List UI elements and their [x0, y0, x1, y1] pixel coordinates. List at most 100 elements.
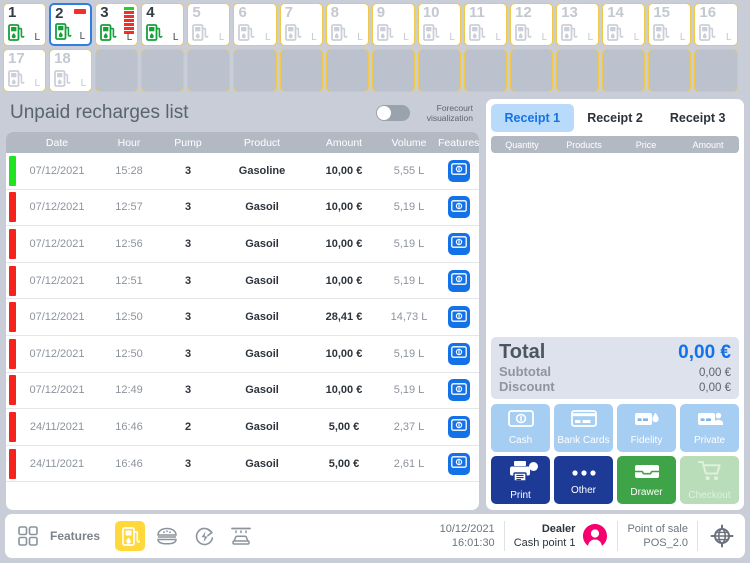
car-wash-icon[interactable]	[226, 521, 256, 551]
fidelity-button[interactable]: Fidelity	[617, 404, 676, 452]
cell-date: 07/12/2021	[16, 384, 98, 396]
table-row[interactable]: 07/12/202112:573Gasoil10,00 €5,19 L	[6, 190, 479, 227]
ellipsis-icon	[571, 464, 597, 482]
fuel-nozzle-icon	[54, 69, 72, 88]
discount-label: Discount	[499, 379, 555, 394]
button-label: Private	[694, 435, 725, 446]
discount-row: Discount 0,00 €	[499, 379, 731, 394]
pay-recharge-button[interactable]	[448, 343, 470, 365]
burger-food-icon[interactable]	[152, 521, 182, 551]
toggle-knob	[377, 106, 391, 120]
page-title: Unpaid recharges list	[10, 102, 376, 124]
shopping-cart-icon	[698, 460, 722, 487]
drawer-button[interactable]: Drawer	[617, 456, 676, 504]
pump-tile-16[interactable]: 16L	[694, 3, 737, 46]
pump-tile-6[interactable]: 6L	[233, 3, 276, 46]
credit-card-icon	[571, 410, 597, 432]
cell-amount: 28,41 €	[308, 311, 380, 323]
cell-hour: 15:28	[98, 165, 160, 177]
row-status-indicator	[9, 375, 16, 405]
pump-tile-15[interactable]: 15L	[648, 3, 691, 46]
table-row[interactable]: 07/12/202112:503Gasoil10,00 €5,19 L	[6, 336, 479, 373]
pump-tile-17[interactable]: 17 L	[3, 49, 46, 92]
globe-icon[interactable]	[707, 521, 737, 551]
private-button[interactable]: Private	[680, 404, 739, 452]
main-content: Unpaid recharges list Forecourt visualiz…	[0, 96, 750, 514]
money-icon	[451, 346, 467, 361]
row-status-indicator	[9, 229, 16, 259]
pump-tile-empty	[556, 49, 599, 92]
pump-number: 10	[423, 4, 440, 21]
fuel-nozzle-icon	[561, 23, 579, 42]
table-row[interactable]: 24/11/202116:463Gasoil5,00 €2,61 L	[6, 446, 479, 483]
fuel-pump-icon[interactable]	[115, 521, 145, 551]
pay-recharge-button[interactable]	[448, 453, 470, 475]
pay-recharge-button[interactable]	[448, 270, 470, 292]
cash-button[interactable]: Cash	[491, 404, 550, 452]
pump-tile-2[interactable]: 2L	[49, 3, 92, 46]
pump-tile-18[interactable]: 18L	[49, 49, 92, 92]
pay-recharge-button[interactable]	[448, 233, 470, 255]
tab-receipt-2[interactable]: Receipt 2	[574, 104, 657, 132]
total-value: 0,00 €	[678, 342, 731, 364]
fuel-nozzle-icon	[653, 23, 671, 42]
table-row[interactable]: 07/12/202115:283Gasoline10,00 €5,55 L	[6, 153, 479, 190]
avatar[interactable]	[582, 523, 608, 549]
cell-date: 07/12/2021	[16, 201, 98, 213]
checkout-button[interactable]: Checkout	[680, 456, 739, 504]
pay-recharge-button[interactable]	[448, 160, 470, 182]
pump-number: 17	[8, 50, 25, 67]
cell-product: Gasoil	[216, 348, 308, 360]
table-row[interactable]: 24/11/202116:462Gasoil5,00 €2,37 L	[6, 409, 479, 446]
table-row[interactable]: 07/12/202112:493Gasoil10,00 €5,19 L	[6, 373, 479, 410]
tab-receipt-1[interactable]: Receipt 1	[491, 104, 574, 132]
cell-hour: 12:50	[98, 348, 160, 360]
pump-tile-1[interactable]: 1L	[3, 3, 46, 46]
pump-tile-3[interactable]: 3L	[95, 3, 138, 46]
pump-tile-10[interactable]: 10L	[418, 3, 461, 46]
pump-tile-14[interactable]: 14L	[602, 3, 645, 46]
pos-label: Point of sale	[627, 522, 688, 536]
pump-number: 7	[285, 4, 293, 21]
forecourt-visualization-toggle[interactable]	[376, 105, 410, 121]
bank-cards-button[interactable]: Bank Cards	[554, 404, 613, 452]
status-bar: Features	[5, 514, 745, 558]
pump-number: 9	[377, 4, 385, 21]
pump-tile-8[interactable]: 8L	[326, 3, 369, 46]
pump-grid-row-2: 17L18L	[3, 49, 747, 92]
pump-number: 11	[469, 4, 485, 21]
pump-tile-9[interactable]: 9L	[372, 3, 415, 46]
row-status-indicator	[9, 449, 16, 479]
pump-tile-empty	[326, 49, 369, 92]
cell-product: Gasoline	[216, 165, 308, 177]
table-row[interactable]: 07/12/202112:513Gasoil10,00 €5,19 L	[6, 263, 479, 300]
pump-tile-4[interactable]: 4L	[141, 3, 184, 46]
dealer-block[interactable]: Dealer Cash point 1	[514, 522, 576, 550]
pay-recharge-button[interactable]	[448, 196, 470, 218]
pay-recharge-button[interactable]	[448, 416, 470, 438]
pump-tile-7[interactable]: 7L	[280, 3, 323, 46]
pump-tile-5[interactable]: 5L	[187, 3, 230, 46]
print-button[interactable]: Print	[491, 456, 550, 504]
pay-recharge-button[interactable]	[448, 379, 470, 401]
grid-menu-icon[interactable]	[13, 521, 43, 551]
row-status-indicator	[9, 302, 16, 332]
payment-buttons: CashBank CardsFidelity Private PrintOtherD…	[491, 404, 739, 504]
table-row[interactable]: 07/12/202112:503Gasoil28,41 €14,73 L	[6, 299, 479, 336]
button-label: Checkout	[688, 490, 730, 501]
pump-tile-13[interactable]: 13L	[556, 3, 599, 46]
pump-unit-label: L	[81, 78, 87, 89]
pump-tile-empty	[648, 49, 691, 92]
table-row[interactable]: 07/12/202112:563Gasoil10,00 €5,19 L	[6, 226, 479, 263]
ev-charge-icon[interactable]	[189, 521, 219, 551]
pump-unit-label: L	[35, 78, 41, 89]
pump-tile-12[interactable]: 12L	[510, 3, 553, 46]
pump-tile-empty	[141, 49, 184, 92]
pump-tile-11[interactable]: 11L	[464, 3, 507, 46]
other-button[interactable]: Other	[554, 456, 613, 504]
tab-receipt-3[interactable]: Receipt 3	[656, 104, 739, 132]
pump-unit-label: L	[265, 32, 271, 43]
receipt-header-row: Quantity Products Price Amount	[491, 136, 739, 153]
pay-recharge-button[interactable]	[448, 306, 470, 328]
unpaid-recharges-panel: Unpaid recharges list Forecourt visualiz…	[4, 96, 481, 514]
